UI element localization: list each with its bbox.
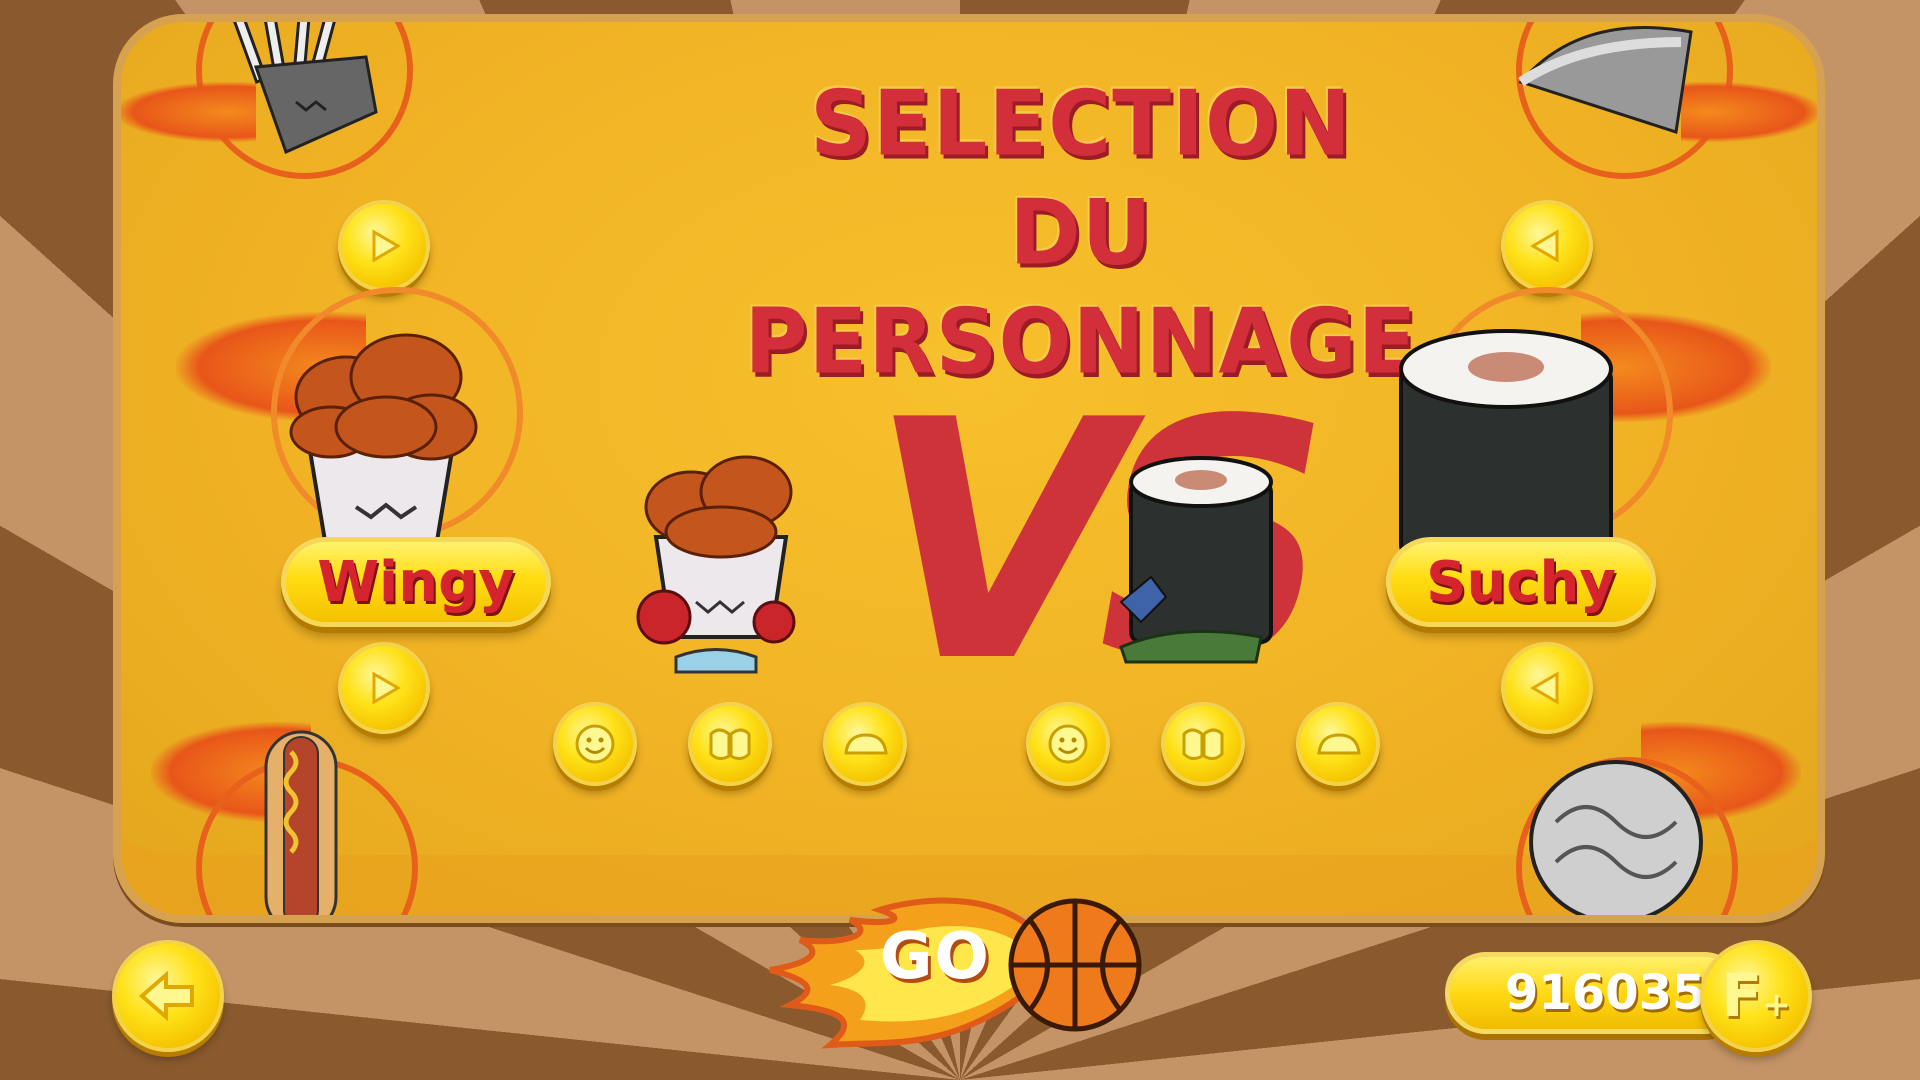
fried-chicken-bucket-large	[289, 333, 478, 547]
shoe-icon	[844, 733, 888, 755]
smiley-icon	[575, 724, 615, 764]
basketball-icon	[1008, 898, 1142, 1032]
left-top-next-button[interactable]	[338, 200, 430, 292]
back-arrow-icon	[138, 971, 194, 1021]
hot-dog-icon[interactable]	[236, 722, 366, 922]
reverse-arrow-icon	[1530, 229, 1559, 263]
right-bottom-prev-button[interactable]	[1501, 642, 1593, 734]
coin-count: 916035	[1505, 965, 1706, 1021]
left-bottom-next-button[interactable]	[338, 642, 430, 734]
smiley-icon	[1048, 724, 1088, 764]
player2-shoe-button[interactable]	[1296, 702, 1380, 786]
player2-fighter	[1119, 456, 1273, 664]
player1-name-plate: Wingy	[281, 537, 551, 627]
selection-board: SELECTION DU PERSONNAGE VS Wingy Suchy	[113, 14, 1825, 923]
player2-punch-button[interactable]	[1161, 702, 1245, 786]
currency-letter: F	[1721, 961, 1763, 1031]
taco-icon[interactable]	[1501, 22, 1731, 162]
rice-ball-icon[interactable]	[1516, 742, 1716, 922]
back-button[interactable]	[112, 940, 224, 1052]
player2-mood-button[interactable]	[1026, 702, 1110, 786]
currency-icon: F+	[1721, 961, 1791, 1031]
sushi-roll-large	[1399, 329, 1613, 557]
player1-name: Wingy	[317, 549, 515, 615]
play-arrow-icon	[372, 229, 401, 263]
page-title: SELECTION DU PERSONNAGE	[744, 71, 1418, 395]
player1-punch-button[interactable]	[688, 702, 772, 786]
player2-name-plate: Suchy	[1386, 537, 1656, 627]
right-top-prev-button[interactable]	[1501, 200, 1593, 292]
fries-icon[interactable]	[176, 22, 406, 162]
fists-icon	[1182, 728, 1224, 761]
player1-shoe-button[interactable]	[823, 702, 907, 786]
player1-fighter	[636, 455, 796, 674]
reverse-arrow-icon	[1530, 671, 1559, 705]
go-button[interactable]: GO !	[760, 860, 1160, 1070]
player1-mood-button[interactable]	[553, 702, 637, 786]
shop-button[interactable]: F+	[1700, 940, 1812, 1052]
play-arrow-icon	[372, 671, 401, 705]
player2-name: Suchy	[1426, 549, 1616, 615]
currency-plus: +	[1762, 985, 1791, 1025]
shoe-icon	[1317, 733, 1361, 755]
fists-icon	[709, 728, 751, 761]
